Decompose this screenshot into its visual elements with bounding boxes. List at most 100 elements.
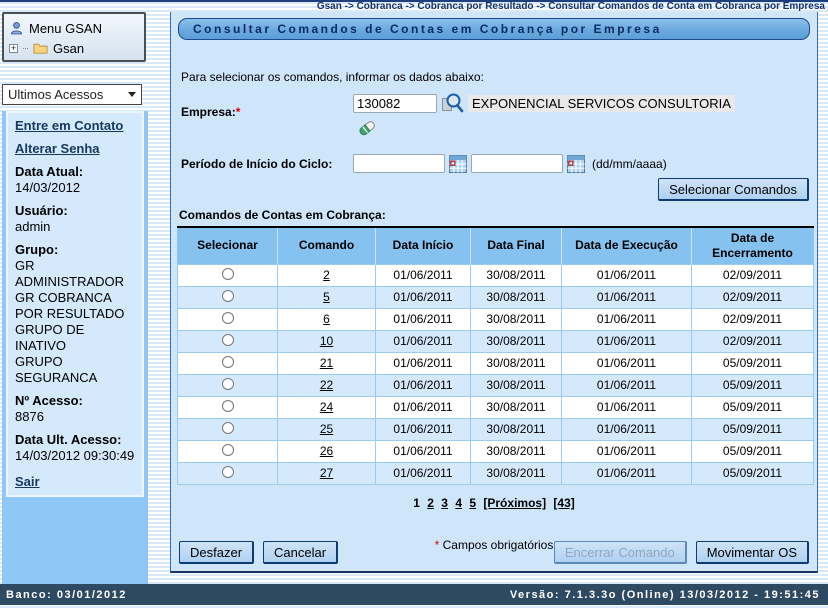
cell-data-execucao: 01/06/2011 bbox=[562, 440, 692, 462]
comando-link[interactable]: 10 bbox=[320, 334, 333, 348]
cell-data-inicio: 01/06/2011 bbox=[376, 264, 471, 286]
row-select-radio[interactable] bbox=[222, 312, 234, 324]
eraser-icon[interactable] bbox=[357, 117, 378, 138]
comando-link[interactable]: 21 bbox=[320, 356, 333, 370]
cell-data-final: 30/08/2011 bbox=[471, 374, 562, 396]
comando-link[interactable]: 6 bbox=[323, 312, 330, 326]
required-asterisk: * bbox=[236, 105, 241, 119]
table-row: 22 01/06/2011 30/08/2011 01/06/2011 05/0… bbox=[178, 374, 814, 396]
row-select-radio[interactable] bbox=[222, 290, 234, 302]
cell-data-encerramento: 05/09/2011 bbox=[692, 396, 814, 418]
cell-data-execucao: 01/06/2011 bbox=[562, 286, 692, 308]
table-row: 5 01/06/2011 30/08/2011 01/06/2011 02/09… bbox=[178, 286, 814, 308]
cell-data-execucao: 01/06/2011 bbox=[562, 396, 692, 418]
cell-data-final: 30/08/2011 bbox=[471, 418, 562, 440]
comando-link[interactable]: 5 bbox=[323, 290, 330, 304]
empresa-input[interactable] bbox=[353, 94, 437, 113]
table-caption: Comandos de Contas em Cobrança: bbox=[179, 208, 386, 222]
link-alterar-senha[interactable]: Alterar Senha bbox=[15, 141, 100, 157]
pagination: 1 2 3 4 5 [Próximos] [43] bbox=[171, 496, 817, 510]
cell-data-encerramento: 02/09/2011 bbox=[692, 264, 814, 286]
encerrar-comando-button[interactable]: Encerrar Comando bbox=[554, 541, 687, 564]
grupo-label: Grupo: bbox=[15, 242, 135, 258]
cell-data-inicio: 01/06/2011 bbox=[376, 374, 471, 396]
comandos-table: Selecionar Comando Data Início Data Fina… bbox=[177, 226, 814, 485]
calendar-icon[interactable] bbox=[449, 155, 467, 173]
pagination-page-link[interactable]: 5 bbox=[469, 496, 476, 510]
table-row: 27 01/06/2011 30/08/2011 01/06/2011 05/0… bbox=[178, 462, 814, 484]
cell-data-execucao: 01/06/2011 bbox=[562, 462, 692, 484]
row-select-radio[interactable] bbox=[222, 466, 234, 478]
cancelar-button[interactable]: Cancelar bbox=[263, 541, 338, 564]
tree-expander-icon[interactable]: + bbox=[9, 44, 18, 53]
cell-data-final: 30/08/2011 bbox=[471, 352, 562, 374]
ultimos-acessos-dropdown[interactable]: Ultimos Acessos bbox=[2, 84, 142, 105]
periodo-label: Período de Início do Ciclo: bbox=[181, 157, 353, 171]
pagination-page-link[interactable]: 2 bbox=[427, 496, 434, 510]
table-row: 26 01/06/2011 30/08/2011 01/06/2011 05/0… bbox=[178, 440, 814, 462]
header-data-inicio: Data Início bbox=[376, 227, 471, 264]
pagination-current-page: 1 bbox=[413, 496, 420, 510]
menu-gsan-box: Menu GSAN + Gsan bbox=[2, 12, 146, 62]
cell-data-execucao: 01/06/2011 bbox=[562, 374, 692, 396]
grupo-item: GR COBRANCA POR RESULTADO bbox=[15, 290, 135, 322]
cell-data-execucao: 01/06/2011 bbox=[562, 418, 692, 440]
pagination-next-link[interactable]: [Próximos] bbox=[483, 496, 546, 510]
row-select-radio[interactable] bbox=[222, 268, 234, 280]
search-icon[interactable] bbox=[441, 92, 464, 115]
comando-link[interactable]: 22 bbox=[320, 378, 333, 392]
version-info: Versão: 7.1.3.3o (Online) 13/03/2012 - 1… bbox=[510, 589, 820, 601]
cell-data-execucao: 01/06/2011 bbox=[562, 308, 692, 330]
comando-link[interactable]: 25 bbox=[320, 422, 333, 436]
comando-link[interactable]: 26 bbox=[320, 444, 333, 458]
user-icon bbox=[9, 21, 24, 36]
row-select-radio[interactable] bbox=[222, 422, 234, 434]
grupo-item: GR ADMINISTRADOR bbox=[15, 258, 135, 290]
table-row: 21 01/06/2011 30/08/2011 01/06/2011 05/0… bbox=[178, 352, 814, 374]
pagination-page-link[interactable]: 4 bbox=[455, 496, 462, 510]
table-row: 24 01/06/2011 30/08/2011 01/06/2011 05/0… bbox=[178, 396, 814, 418]
link-sair[interactable]: Sair bbox=[15, 474, 40, 490]
row-select-radio[interactable] bbox=[222, 444, 234, 456]
row-select-radio[interactable] bbox=[222, 334, 234, 346]
data-atual-value: 14/03/2012 bbox=[15, 180, 135, 196]
cell-data-execucao: 01/06/2011 bbox=[562, 352, 692, 374]
tree-item-gsan[interactable]: Gsan bbox=[53, 41, 84, 56]
comando-link[interactable]: 27 bbox=[320, 466, 333, 480]
pagination-page-link[interactable]: 3 bbox=[441, 496, 448, 510]
comando-link[interactable]: 2 bbox=[323, 268, 330, 282]
table-header-row: Selecionar Comando Data Início Data Fina… bbox=[178, 227, 814, 264]
cell-data-inicio: 01/06/2011 bbox=[376, 352, 471, 374]
periodo-fim-input[interactable] bbox=[471, 154, 563, 173]
cell-data-final: 30/08/2011 bbox=[471, 462, 562, 484]
row-select-radio[interactable] bbox=[222, 378, 234, 390]
data-ult-acesso-value: 14/03/2012 09:30:49 bbox=[15, 448, 135, 464]
periodo-inicio-input[interactable] bbox=[353, 154, 445, 173]
link-entre-em-contato[interactable]: Entre em Contato bbox=[15, 118, 123, 134]
cell-data-final: 30/08/2011 bbox=[471, 440, 562, 462]
calendar-icon[interactable] bbox=[567, 155, 585, 173]
comando-link[interactable]: 24 bbox=[320, 400, 333, 414]
pagination-last-link[interactable]: [43] bbox=[553, 496, 574, 510]
chevron-down-icon bbox=[128, 92, 136, 97]
menu-gsan-item[interactable]: Menu GSAN bbox=[9, 18, 139, 38]
cell-data-final: 30/08/2011 bbox=[471, 308, 562, 330]
selecionar-comandos-button[interactable]: Selecionar Comandos bbox=[658, 178, 809, 201]
cell-data-encerramento: 05/09/2011 bbox=[692, 352, 814, 374]
table-row: 2 01/06/2011 30/08/2011 01/06/2011 02/09… bbox=[178, 264, 814, 286]
table-row: 10 01/06/2011 30/08/2011 01/06/2011 02/0… bbox=[178, 330, 814, 352]
grupo-item: GRUPO DE INATIVO bbox=[15, 322, 135, 354]
status-bar: Banco: 03/01/2012 Versão: 7.1.3.3o (Onli… bbox=[0, 584, 828, 605]
desfazer-button[interactable]: Desfazer bbox=[179, 541, 254, 564]
dropdown-selected-value: Ultimos Acessos bbox=[8, 87, 103, 102]
cell-data-inicio: 01/06/2011 bbox=[376, 308, 471, 330]
session-info-box: Entre em Contato Alterar Senha Data Atua… bbox=[6, 111, 144, 497]
empresa-label: Empresa:* bbox=[181, 92, 353, 143]
banco-date: Banco: 03/01/2012 bbox=[6, 589, 127, 601]
cell-data-inicio: 01/06/2011 bbox=[376, 418, 471, 440]
row-select-radio[interactable] bbox=[222, 356, 234, 368]
row-select-radio[interactable] bbox=[222, 400, 234, 412]
movimentar-os-button[interactable]: Movimentar OS bbox=[696, 541, 809, 564]
form-instructions: Para selecionar os comandos, informar os… bbox=[181, 70, 484, 84]
cell-data-final: 30/08/2011 bbox=[471, 264, 562, 286]
